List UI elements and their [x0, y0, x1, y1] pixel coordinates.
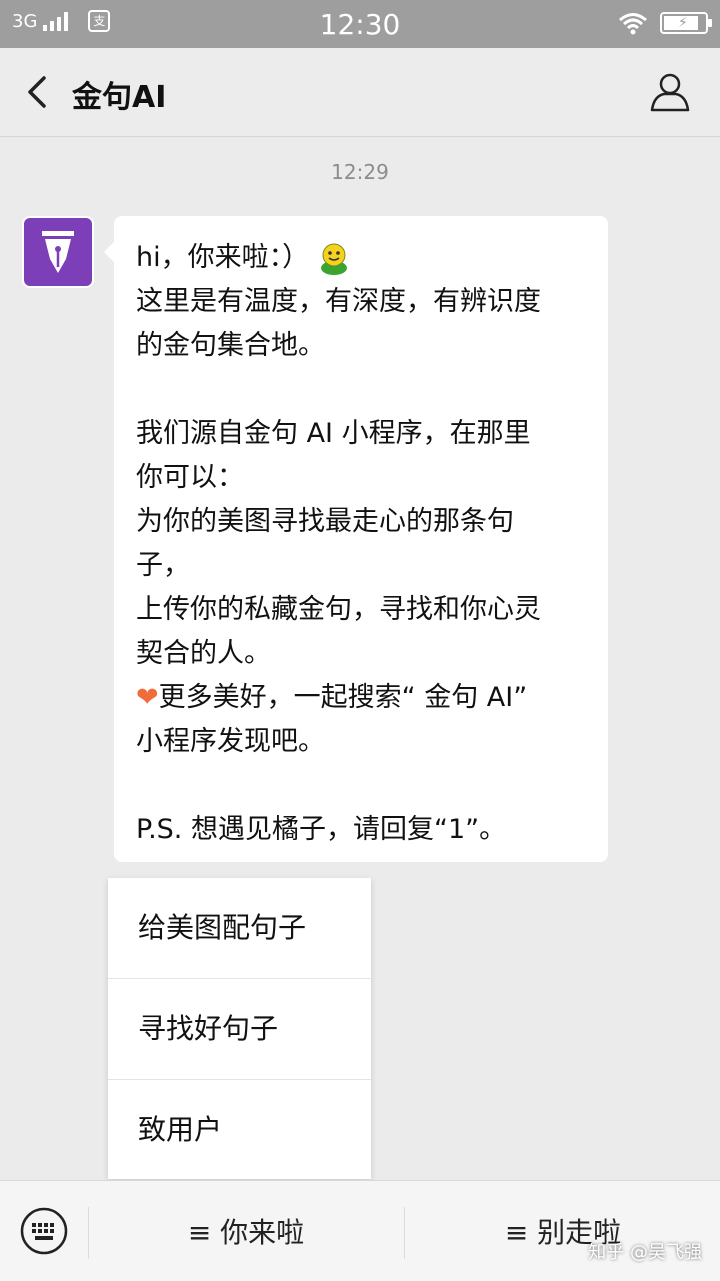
- chat-header: 金句AI: [0, 48, 720, 137]
- keyboard-icon[interactable]: [20, 1207, 68, 1255]
- message-line: ❤更多美好，一起搜索“ 金句 AI”: [136, 682, 528, 713]
- message-line: 你可以：: [136, 462, 244, 493]
- popup-menu: 给美图配句子 寻找好句子 致用户: [108, 878, 371, 1179]
- message-line: hi，你来啦：）: [136, 236, 590, 280]
- pen-nib-icon: [42, 231, 74, 273]
- message-line: 为你的美图寻找最走心的那条句: [136, 506, 514, 537]
- menu-item-find-sentence[interactable]: 寻找好句子: [108, 979, 371, 1080]
- message-line: P.S. 想遇见橘子，请回复“1”。: [136, 814, 507, 845]
- battery-icon: ⚡: [660, 12, 712, 34]
- menu-item-to-users[interactable]: 致用户: [108, 1080, 371, 1180]
- message-line: 上传你的私藏金句，寻找和你心灵: [136, 594, 541, 625]
- message-line: 我们源自金句 AI 小程序，在那里: [136, 418, 531, 449]
- status-bar: 3G 支 12:30 ⚡: [0, 0, 720, 48]
- bottom-menu-bar: ≡ 你来啦 ≡ 别走啦: [0, 1180, 720, 1281]
- message-line: 契合的人。: [136, 638, 271, 669]
- smiley-emoji-icon: [321, 243, 348, 275]
- wifi-icon: [619, 13, 647, 35]
- menu-tab-welcome[interactable]: ≡ 你来啦: [90, 1207, 402, 1259]
- person-icon[interactable]: [648, 70, 692, 114]
- message-line: 子，: [136, 550, 190, 581]
- avatar[interactable]: [22, 216, 94, 288]
- message-line: 这里是有温度，有深度，有辨识度: [136, 286, 541, 317]
- chat-title: 金句AI: [72, 80, 167, 115]
- chevron-left-icon[interactable]: [20, 72, 56, 112]
- message-line: 的金句集合地。: [136, 330, 325, 361]
- message-timestamp: 12:29: [331, 160, 389, 184]
- watermark: 知乎 @吴飞强: [588, 1242, 702, 1263]
- menu-item-pair-sentence[interactable]: 给美图配句子: [108, 878, 371, 979]
- message-line: 小程序发现吧。: [136, 726, 325, 757]
- status-time: 12:30: [319, 8, 401, 41]
- message-bubble: hi，你来啦：） 这里是有温度，有深度，有辨识度 的金句集合地。 我们源自金句 …: [104, 216, 608, 862]
- heart-icon: ❤: [136, 682, 159, 713]
